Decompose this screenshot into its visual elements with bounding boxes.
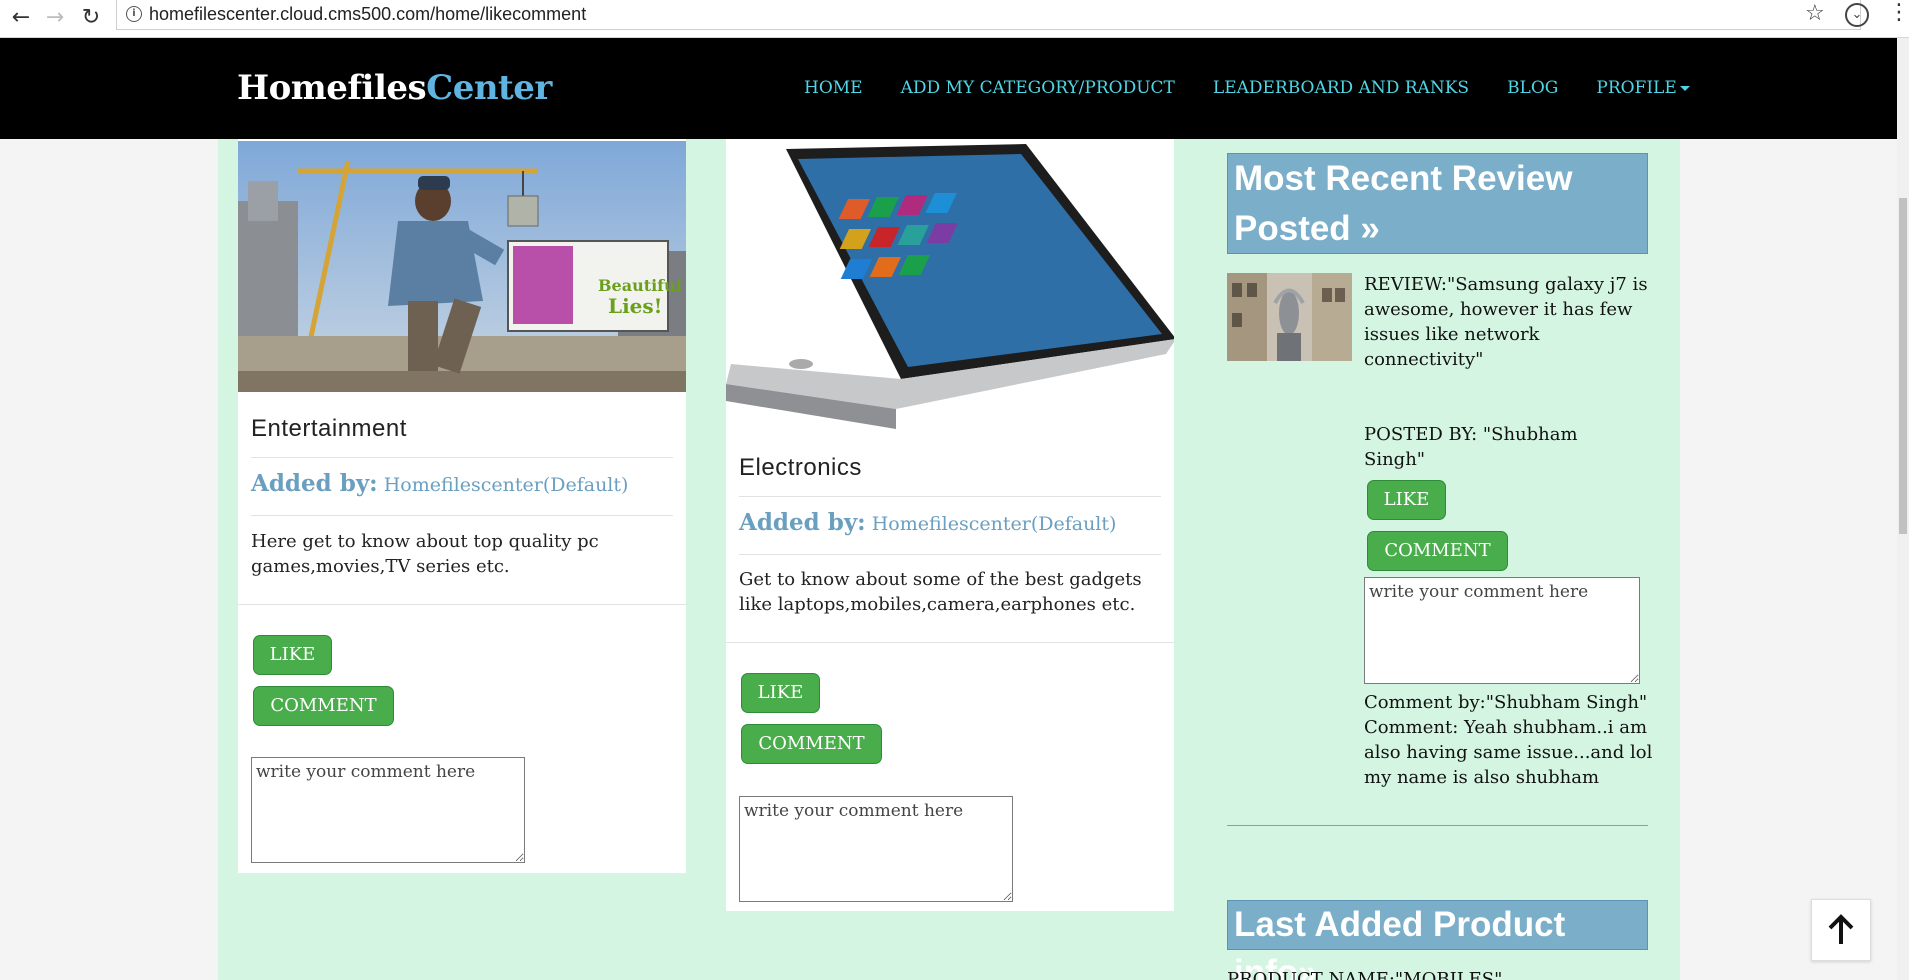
card-divider	[251, 515, 673, 516]
comment-button[interactable]: COMMENT	[741, 724, 882, 764]
site-info-icon[interactable]: i	[126, 6, 142, 22]
nav-leaderboard[interactable]: LEADERBOARD AND RANKS	[1213, 78, 1469, 98]
sidebar-divider	[1227, 825, 1648, 826]
reload-icon[interactable]: ↻	[76, 2, 106, 32]
page-scrollbar[interactable]	[1897, 38, 1909, 980]
browser-menu-icon[interactable]: ⋮	[1888, 0, 1909, 25]
like-button[interactable]: LIKE	[253, 635, 332, 675]
nav-profile-label: PROFILE	[1596, 78, 1677, 98]
svg-text:Beautiful: Beautiful	[598, 276, 682, 295]
back-arrow-icon[interactable]: ←	[6, 2, 36, 32]
product-name: PRODUCT NAME:"MOBILES"	[1227, 969, 1503, 980]
main-menu: HOME ADD MY CATEGORY/PRODUCT LEADERBOARD…	[804, 78, 1690, 98]
comment-button[interactable]: COMMENT	[253, 686, 394, 726]
nav-add-category-product[interactable]: ADD MY CATEGORY/PRODUCT	[901, 78, 1175, 98]
last-product-heading[interactable]: Last Added Product info»	[1227, 900, 1648, 980]
comment-textarea[interactable]	[251, 757, 525, 863]
added-by-value[interactable]: Homefilescenter(Default)	[384, 474, 629, 496]
review-posted-by: POSTED BY: "Shubham Singh"	[1364, 424, 1578, 470]
site-logo[interactable]: HomefilesCenter	[237, 68, 552, 108]
review-like-button[interactable]: LIKE	[1367, 480, 1446, 520]
brand-primary: Homefiles	[237, 68, 427, 108]
card-title-electronics[interactable]: Electronics	[739, 454, 862, 482]
review-thumbnail[interactable]	[1227, 273, 1352, 361]
card-divider	[739, 496, 1161, 497]
nav-blog[interactable]: BLOG	[1507, 78, 1558, 98]
comment-textarea[interactable]	[739, 796, 1013, 902]
review-comment-button[interactable]: COMMENT	[1367, 531, 1508, 571]
card-divider	[238, 604, 686, 605]
card-description: Here get to know about top quality pc ga…	[251, 531, 599, 577]
card-image-entertainment[interactable]: Beautiful Lies!	[238, 141, 686, 392]
added-by-value[interactable]: Homefilescenter(Default)	[872, 513, 1117, 535]
card-added-by: Added by: Homefilescenter(Default)	[251, 470, 628, 497]
card-description: Get to know about some of the best gadge…	[739, 569, 1142, 615]
card-title-entertainment[interactable]: Entertainment	[251, 415, 407, 443]
recent-review-heading[interactable]: Most Recent Review Posted »	[1227, 153, 1648, 254]
url-text[interactable]: homefilescenter.cloud.cms500.com/home/li…	[149, 4, 586, 25]
added-by-label: Added by:	[739, 509, 866, 536]
svg-text:Lies!: Lies!	[608, 294, 662, 318]
card-added-by: Added by: Homefilescenter(Default)	[739, 509, 1116, 536]
card-image-electronics[interactable]	[726, 139, 1174, 431]
arrow-up-icon	[1828, 914, 1854, 944]
address-bar[interactable]: i homefilescenter.cloud.cms500.com/home/…	[116, 0, 1861, 30]
nav-profile[interactable]: PROFILE	[1596, 78, 1690, 98]
bookmark-star-icon[interactable]: ☆	[1805, 1, 1825, 26]
card-divider	[726, 642, 1174, 643]
back-to-top-button[interactable]	[1811, 899, 1871, 961]
comment-author: Comment by:"Shubham Singh"	[1364, 692, 1648, 713]
forward-arrow-icon[interactable]: →	[40, 2, 70, 32]
site-navbar: HomefilesCenter HOME ADD MY CATEGORY/PRO…	[0, 38, 1897, 139]
comment-body: Comment: Yeah shubham..i am also having …	[1364, 717, 1653, 788]
review-text: REVIEW:"Samsung galaxy j7 is awesome, ho…	[1364, 274, 1648, 370]
added-by-label: Added by:	[251, 470, 378, 497]
extension-icon[interactable]: ⌄	[1845, 3, 1869, 27]
scrollbar-thumb[interactable]	[1899, 198, 1907, 534]
brand-accent: Center	[426, 68, 552, 108]
browser-toolbar: ← → ↻ i homefilescenter.cloud.cms500.com…	[0, 0, 1909, 38]
review-comment-textarea[interactable]	[1364, 577, 1640, 684]
nav-home[interactable]: HOME	[804, 78, 863, 98]
card-divider	[739, 554, 1161, 555]
like-button[interactable]: LIKE	[741, 673, 820, 713]
caret-down-icon	[1679, 86, 1690, 91]
card-divider	[251, 457, 673, 458]
